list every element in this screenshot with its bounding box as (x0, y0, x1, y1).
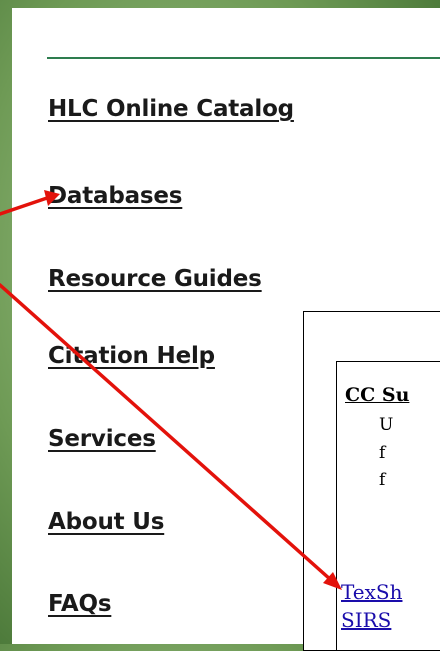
arrow-to-databases-head (44, 190, 60, 206)
annotation-arrows (0, 190, 342, 590)
arrow-to-databases-line (0, 195, 52, 216)
arrow-to-texshare-line (0, 283, 333, 582)
